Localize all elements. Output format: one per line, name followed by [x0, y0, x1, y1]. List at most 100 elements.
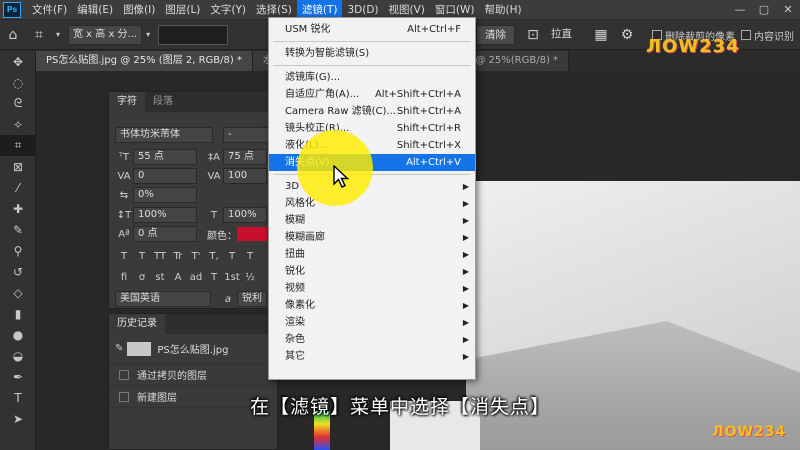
filter-menu-item[interactable]: 自适应广角(A)... Alt+Shift+Ctrl+A — [269, 86, 475, 103]
filter-menu-item[interactable]: 视频 ▶ — [269, 280, 475, 297]
minimize-icon[interactable]: — — [728, 0, 752, 20]
type-style-button[interactable]: T — [115, 251, 133, 262]
tab-history[interactable]: 历史记录 — [109, 314, 165, 334]
type-style-button[interactable]: TT — [151, 251, 169, 262]
filter-menu-item[interactable]: 转换为智能滤镜(S) — [269, 45, 475, 62]
filter-menu-item-label: 视频 — [285, 283, 305, 294]
home-icon[interactable]: ⌂ — [0, 20, 26, 50]
opentype-button[interactable]: 1st — [223, 272, 241, 283]
menu-item[interactable]: 图层(L) — [160, 0, 205, 20]
brush-tool-icon[interactable]: ✎ — [0, 219, 36, 240]
filter-menu-item-label: 锐化 — [285, 266, 305, 277]
type-style-button[interactable]: Tr — [169, 251, 187, 262]
chevron-down-icon[interactable]: ▾ — [52, 20, 64, 50]
filter-menu-item[interactable]: Camera Raw 滤镜(C)... Shift+Ctrl+A — [269, 103, 475, 120]
straighten-icon[interactable]: ⊡ — [523, 20, 543, 50]
maximize-icon[interactable]: ▢ — [752, 0, 776, 20]
width-field[interactable] — [158, 24, 229, 45]
history-state[interactable]: 通过拷贝的图层 — [109, 364, 277, 386]
crop-tool-icon[interactable]: ⌗ — [0, 135, 36, 156]
move-tool-icon[interactable]: ✥ — [0, 51, 36, 72]
kerning-field[interactable]: 0 — [133, 168, 197, 184]
opentype-button[interactable]: T — [205, 272, 223, 283]
pen-tool-icon[interactable]: ✒ — [0, 366, 36, 387]
filter-menu-item[interactable]: 其它 ▶ — [269, 348, 475, 365]
tsume-field[interactable]: 0% — [133, 187, 197, 203]
filter-menu-item[interactable]: 像素化 ▶ — [269, 297, 475, 314]
straighten-button[interactable]: 拉直 — [543, 25, 580, 45]
menu-item[interactable]: 帮助(H) — [480, 0, 527, 20]
text-color-swatch[interactable] — [237, 227, 267, 241]
tracking-field[interactable]: 100 — [223, 168, 267, 184]
filter-dropdown-menu: USM 锐化 Alt+Ctrl+F 转换为智能滤镜(S) 滤镜库(G)... 自适应广角… — [268, 17, 476, 380]
opentype-button[interactable]: A — [169, 272, 187, 283]
content-aware-label: 内容识别 — [754, 31, 794, 43]
tab-paragraph[interactable]: 段落 — [145, 92, 181, 112]
close-icon[interactable]: ✕ — [776, 0, 800, 20]
opentype-button[interactable]: σ — [133, 272, 151, 283]
filter-menu-item[interactable]: 滤镜库(G)... — [269, 69, 475, 86]
lasso-tool-icon[interactable]: ᘓ — [0, 93, 36, 114]
filter-menu-item[interactable]: 杂色 ▶ — [269, 331, 475, 348]
filter-menu-item[interactable]: 模糊画廊 ▶ — [269, 229, 475, 246]
tab-character[interactable]: 字符 — [109, 92, 145, 112]
frame-tool-icon[interactable]: ⊠ — [0, 156, 36, 177]
type-style-button[interactable]: T — [133, 251, 151, 262]
opentype-button[interactable]: ad — [187, 272, 205, 283]
leading-field[interactable]: 75 点 — [223, 149, 267, 165]
font-family-select[interactable]: 书体坊米芾体 — [115, 127, 213, 143]
submenu-arrow-icon: ▶ — [462, 250, 469, 259]
filter-menu-item[interactable]: 镜头校正(R)... Shift+Ctrl+R — [269, 120, 475, 137]
leading-icon: ‡A — [208, 151, 220, 163]
dodge-tool-icon[interactable]: ◒ — [0, 345, 36, 366]
crop-ratio-select[interactable]: 宽 x 高 x 分... — [68, 24, 143, 45]
filter-menu-item[interactable]: 扭曲 ▶ — [269, 246, 475, 263]
content-aware-checkbox[interactable]: 内容识别 — [741, 28, 794, 43]
horizontal-scale-field[interactable]: 100% — [223, 207, 267, 223]
filter-menu-item[interactable]: 风格化 ▶ — [269, 195, 475, 212]
baseline-shift-field[interactable]: 0 点 — [133, 226, 197, 242]
filter-menu-item[interactable]: 渲染 ▶ — [269, 314, 475, 331]
filter-menu-item[interactable]: 模糊 ▶ — [269, 212, 475, 229]
antialias-select[interactable]: 锐利 — [237, 291, 267, 307]
magic-wand-icon[interactable]: ✧ — [0, 114, 36, 135]
opentype-buttons: fi σ st Aad T 1st ½ — [115, 268, 259, 286]
checkbox-box[interactable] — [741, 30, 751, 40]
vertical-scale-field[interactable]: 100% — [133, 207, 197, 223]
blur-tool-icon[interactable]: ● — [0, 324, 36, 345]
menu-item[interactable]: 图像(I) — [118, 0, 160, 20]
gradient-tool-icon[interactable]: ▮ — [0, 303, 36, 324]
history-brush-icon[interactable]: ↺ — [0, 261, 36, 282]
filter-menu-item[interactable]: USM 锐化 Alt+Ctrl+F — [269, 21, 475, 38]
eraser-icon[interactable]: ◇ — [0, 282, 36, 303]
eyedropper-icon[interactable]: ⁄ — [0, 177, 36, 198]
photoshop-logo: Ps — [3, 1, 21, 18]
clone-stamp-icon[interactable]: ⚲ — [0, 240, 36, 261]
opentype-button[interactable]: st — [151, 272, 169, 283]
clear-button[interactable]: 清除 — [476, 25, 515, 45]
opentype-button[interactable]: fi — [115, 272, 133, 283]
shortcut-label: Shift+Ctrl+X — [396, 140, 461, 151]
type-style-button[interactable]: T — [241, 251, 259, 262]
type-style-button[interactable]: T — [223, 251, 241, 262]
shortcut-label: Shift+Ctrl+R — [396, 123, 461, 134]
grid-overlay-icon[interactable]: ▦ — [588, 20, 614, 50]
crop-tool-icon[interactable]: ⌗ — [26, 20, 52, 50]
history-brush-icon[interactable]: ✎ — [115, 343, 123, 354]
font-size-field[interactable]: 55 点 — [133, 149, 197, 165]
document-tab[interactable]: PS怎么贴图.jpg @ 25% (图层 2, RGB/8) * — [36, 51, 253, 71]
gear-icon[interactable]: ⚙ — [614, 20, 640, 50]
marquee-tool-icon[interactable]: ◌ — [0, 72, 36, 93]
type-style-button[interactable]: T' — [187, 251, 205, 262]
type-style-button[interactable]: T, — [205, 251, 223, 262]
healing-brush-icon[interactable]: ✚ — [0, 198, 36, 219]
menu-item[interactable]: 文字(Y) — [205, 0, 251, 20]
menu-item[interactable]: 文件(F) — [27, 0, 72, 20]
opentype-button[interactable]: ½ — [241, 272, 259, 283]
type-style-buttons: T T TT Tr T' T, T T — [115, 247, 259, 265]
menu-item[interactable]: 编辑(E) — [72, 0, 118, 20]
language-select[interactable]: 美国英语 — [115, 291, 211, 307]
filter-menu-item[interactable]: 锐化 ▶ — [269, 263, 475, 280]
submenu-arrow-icon: ▶ — [462, 233, 469, 242]
history-snapshot[interactable]: ✎ PS怎么贴图.jpg — [109, 334, 277, 364]
